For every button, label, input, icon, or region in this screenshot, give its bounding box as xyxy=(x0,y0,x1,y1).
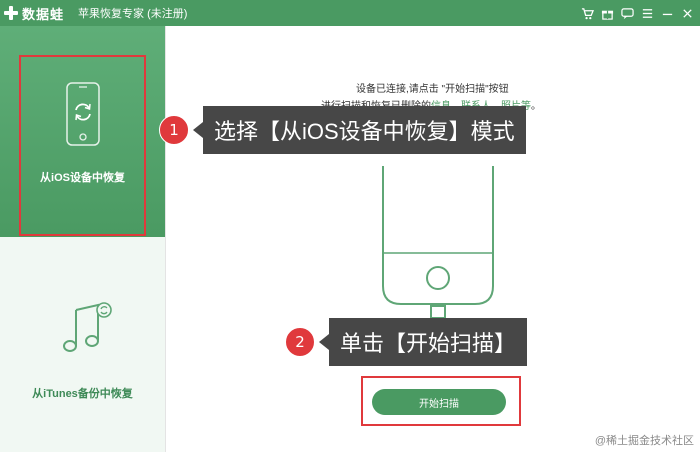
cart-icon[interactable] xyxy=(581,7,594,20)
callout-text: 单击【开始扫描】 xyxy=(329,318,528,366)
watermark: @稀土掘金技术社区 xyxy=(594,435,694,447)
callout-arrow xyxy=(319,334,329,350)
callout-text: 选择【从iOS设备中恢复】模式 xyxy=(203,106,526,154)
title-bar: 数据蛙 苹果恢复专家 (未注册) xyxy=(0,0,700,26)
message-suffix: 。 xyxy=(531,101,541,112)
app-title: 苹果恢复专家 (未注册) xyxy=(78,8,188,20)
minimize-icon[interactable] xyxy=(661,7,674,20)
music-restore-icon xyxy=(63,302,112,352)
sidebar-item-itunes-recovery[interactable]: 从iTunes备份中恢复 xyxy=(0,237,165,452)
app-logo: 数据蛙 xyxy=(4,4,64,23)
menu-icon[interactable] xyxy=(641,7,654,20)
close-icon[interactable] xyxy=(681,7,694,20)
logo-cross-icon xyxy=(4,6,18,20)
main-panel: 设备已连接,请点击 "开始扫描"按钮 进行扫描和恢复已删除的信息、联系人、照片等… xyxy=(165,26,700,452)
device-illustration xyxy=(382,166,494,334)
callout-step-1: 1 选择【从iOS设备中恢复】模式 xyxy=(159,106,526,154)
window-controls xyxy=(581,0,694,26)
sidebar: 从iOS设备中恢复 从iTunes备份中恢复 xyxy=(0,26,165,452)
step-number-badge: 1 xyxy=(159,115,189,145)
sidebar-item-label: 从iTunes备份中恢复 xyxy=(32,388,133,400)
logo-text: 数据蛙 xyxy=(22,6,65,22)
connected-message: 设备已连接,请点击 "开始扫描"按钮 xyxy=(356,84,509,95)
step-number-badge: 2 xyxy=(285,327,315,357)
start-scan-button[interactable]: 开始扫描 xyxy=(372,389,506,415)
gift-icon[interactable] xyxy=(601,7,614,20)
highlight-box-ios xyxy=(19,55,146,236)
callout-step-2: 2 单击【开始扫描】 xyxy=(285,318,528,366)
callout-arrow xyxy=(193,122,203,138)
chat-icon[interactable] xyxy=(621,7,634,20)
